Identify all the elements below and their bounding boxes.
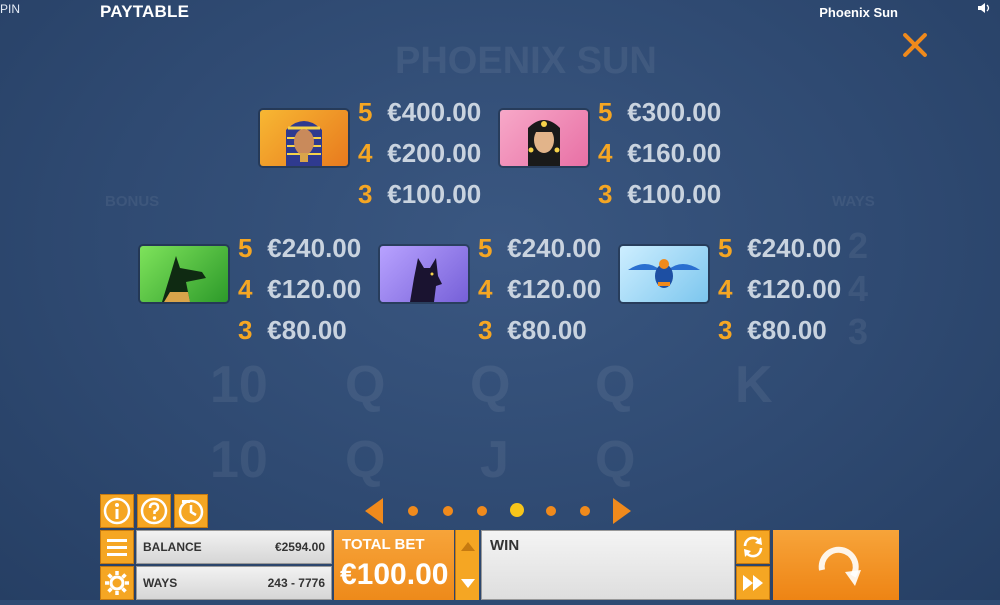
balance-value: €2594.00 bbox=[274, 540, 325, 554]
help-icon bbox=[140, 497, 168, 525]
help-button[interactable] bbox=[137, 494, 171, 528]
game-name: Phoenix Sun bbox=[819, 5, 898, 20]
pay-3: 3 €80.00 bbox=[718, 315, 827, 345]
page-dot-active[interactable] bbox=[510, 503, 524, 517]
ways-value: 243 - 7776 bbox=[267, 576, 325, 590]
sound-icon[interactable] bbox=[978, 2, 992, 14]
turbo-button[interactable] bbox=[736, 566, 770, 600]
settings-button[interactable] bbox=[100, 566, 134, 600]
background-reel-symbol: 10 bbox=[210, 431, 268, 489]
page-dot[interactable] bbox=[477, 506, 487, 516]
page-navigation bbox=[365, 498, 635, 524]
bet-increase-button[interactable] bbox=[456, 530, 480, 564]
pay-5: 5 €400.00 bbox=[358, 97, 482, 127]
balance-label: BALANCE bbox=[143, 540, 202, 554]
pay-3: 3 €80.00 bbox=[478, 315, 587, 345]
ways-label: WAYS bbox=[143, 576, 178, 590]
pay-3: 3 €100.00 bbox=[358, 179, 482, 209]
page-title: PAYTABLE bbox=[100, 2, 190, 21]
fast-forward-icon bbox=[743, 575, 763, 591]
next-page-arrow-icon[interactable] bbox=[613, 498, 631, 524]
background-reel-symbol: Q bbox=[470, 356, 511, 414]
pharaoh-icon bbox=[260, 110, 348, 166]
background-reel-symbol: 10 bbox=[210, 356, 268, 414]
page-dot[interactable] bbox=[546, 506, 556, 516]
chevron-down-icon bbox=[461, 579, 475, 588]
page-dot[interactable] bbox=[580, 506, 590, 516]
gear-icon bbox=[105, 571, 129, 595]
pay-5: 5 €240.00 bbox=[238, 233, 362, 263]
background-ways-digit: 2 bbox=[848, 225, 869, 266]
spin-button[interactable] bbox=[773, 530, 899, 600]
ways-panel: WAYS 243 - 7776 bbox=[136, 566, 332, 600]
pay-4: 4 €120.00 bbox=[718, 274, 842, 304]
pay-5: 5 €240.00 bbox=[478, 233, 602, 263]
spin-icon bbox=[818, 546, 861, 586]
background-logo: PHOENIX SUN bbox=[395, 40, 657, 82]
pay-4: 4 €120.00 bbox=[238, 274, 362, 304]
page-dot[interactable] bbox=[408, 506, 418, 516]
scarab-icon bbox=[620, 246, 708, 302]
total-bet-label: TOTAL BET bbox=[342, 536, 425, 553]
pay-5: 5 €240.00 bbox=[718, 233, 842, 263]
background-ways-digit: 3 bbox=[848, 311, 869, 352]
background-reel-symbol: Q bbox=[345, 356, 386, 414]
background-ways-digit: 4 bbox=[848, 268, 869, 309]
anubis-icon bbox=[140, 246, 228, 302]
chevron-up-icon bbox=[461, 542, 475, 551]
win-panel: WIN bbox=[481, 530, 735, 600]
cleopatra-icon bbox=[500, 110, 588, 166]
pay-3: 3 €80.00 bbox=[238, 315, 347, 345]
background-reel-symbol: Q bbox=[595, 356, 636, 414]
pay-3: 3 €100.00 bbox=[598, 179, 722, 209]
page-dot[interactable] bbox=[443, 506, 453, 516]
background-reel-symbol: Q bbox=[595, 431, 636, 489]
background-ways-label: WAYS bbox=[832, 193, 875, 210]
menu-button[interactable] bbox=[100, 530, 134, 564]
close-icon[interactable] bbox=[900, 30, 930, 60]
background-bonus-label: BONUS bbox=[105, 193, 160, 210]
autoplay-icon bbox=[743, 536, 763, 558]
info-button[interactable] bbox=[100, 494, 134, 528]
previous-page-arrow-icon[interactable] bbox=[365, 498, 383, 524]
total-bet-panel: TOTAL BET €100.00 bbox=[334, 530, 454, 600]
hamburger-menu-icon bbox=[107, 539, 127, 556]
win-label: WIN bbox=[490, 537, 520, 554]
total-bet-value: €100.00 bbox=[340, 558, 449, 591]
bastet-cat-icon bbox=[380, 246, 468, 302]
background-reel-symbol: K bbox=[735, 356, 773, 414]
history-button[interactable] bbox=[174, 494, 208, 528]
bet-decrease-button[interactable] bbox=[456, 566, 480, 600]
pay-4: 4 €160.00 bbox=[598, 138, 722, 168]
autoplay-button[interactable] bbox=[736, 530, 770, 564]
history-icon bbox=[178, 499, 204, 525]
balance-panel: BALANCE €2594.00 bbox=[136, 530, 332, 564]
bet-stepper bbox=[455, 530, 479, 600]
pay-5: 5 €300.00 bbox=[598, 97, 722, 127]
info-icon bbox=[103, 497, 131, 525]
pay-4: 4 €200.00 bbox=[358, 138, 482, 168]
pay-4: 4 €120.00 bbox=[478, 274, 602, 304]
background-reel-symbol: J bbox=[480, 431, 509, 489]
status-left-text: PIN bbox=[0, 2, 21, 16]
background-reel-symbol: Q bbox=[345, 431, 386, 489]
